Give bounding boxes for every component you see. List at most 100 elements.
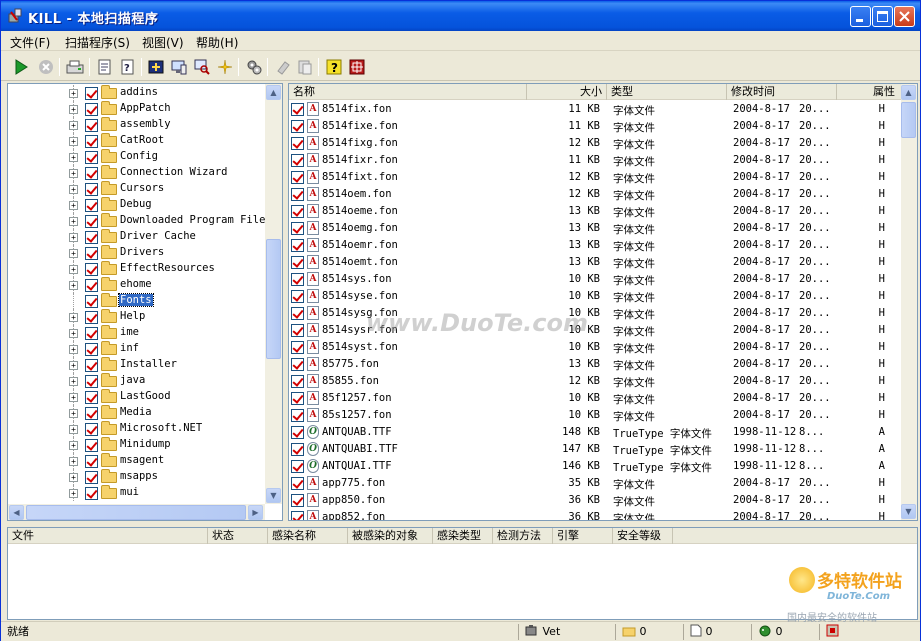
tree-item[interactable]: + Drivers [8,245,266,261]
tree-item[interactable]: + ehome [8,277,266,293]
expand-toggle-icon[interactable]: + [69,313,78,322]
file-row[interactable]: A 85s1257.fon 10 KB 字体文件 2004-8-17 20... H [289,407,902,424]
close-button[interactable] [894,6,915,27]
file-row[interactable]: A 8514fixr.fon 11 KB 字体文件 2004-8-17 20... H [289,152,902,169]
stop-scan-button[interactable] [36,57,56,77]
menu-help[interactable]: 帮助(H) [196,34,238,51]
tree-item[interactable]: + Connection Wizard [8,165,266,181]
results-column-file[interactable]: 文件 [8,528,208,544]
tree-item[interactable]: + Microsoft.NET [8,421,266,437]
file-row[interactable]: O ANTQUAB.TTF 148 KB TrueType 字体文件 1998-11-1… [289,424,902,441]
expand-toggle-icon[interactable]: + [69,233,78,242]
menu-scan[interactable]: 扫描程序(S) [65,34,130,51]
scroll-thumb[interactable] [901,102,916,138]
tree-item[interactable]: + Installer [8,357,266,373]
file-row-checkbox[interactable] [291,171,304,184]
expand-toggle-icon[interactable]: + [69,217,78,226]
expand-toggle-icon[interactable]: + [69,393,78,402]
tree-item[interactable]: + Debug [8,197,266,213]
monitor-button[interactable] [169,57,189,77]
tree-item-checkbox[interactable] [85,407,98,420]
tree-item[interactable]: + msagent [8,453,266,469]
tree-item-checkbox[interactable] [85,119,98,132]
results-column-infection-name[interactable]: 感染名称 [268,528,348,544]
file-row-checkbox[interactable] [291,188,304,201]
tree-item[interactable]: + Downloaded Program Files [8,213,272,229]
expand-toggle-icon[interactable]: + [69,169,78,178]
scan-results-panel[interactable]: 文件 状态 感染名称 被感染的对象 感染类型 检测方法 引擎 安全等级 [7,527,918,620]
file-list[interactable]: 名称 大小 类型 修改时间 属性 A 8514fix.fon 11 KB 字体文件 20… [288,83,918,521]
file-row-checkbox[interactable] [291,494,304,507]
tree-item-checkbox[interactable] [85,87,98,100]
file-row[interactable]: A 8514fixt.fon 12 KB 字体文件 2004-8-17 20... H [289,169,902,186]
tree-item[interactable]: + LastGood [8,389,266,405]
tree-horizontal-scrollbar[interactable]: ◀ ▶ [8,504,265,520]
maximize-button[interactable] [872,6,893,27]
results-column-infection-type[interactable]: 感染类型 [433,528,493,544]
tree-item-checkbox[interactable] [85,215,98,228]
file-row-checkbox[interactable] [291,290,304,303]
file-row-checkbox[interactable] [291,205,304,218]
scroll-up-button[interactable]: ▲ [901,85,916,100]
tree-item[interactable]: + msapps [8,469,266,485]
file-row[interactable]: A 8514oemt.fon 13 KB 字体文件 2004-8-17 20... H [289,254,902,271]
expand-toggle-icon[interactable]: + [69,489,78,498]
column-type[interactable]: 类型 [607,84,727,100]
column-attributes[interactable]: 属性 [837,84,902,100]
file-row[interactable]: A 8514oemg.fon 13 KB 字体文件 2004-8-17 20... H [289,220,902,237]
file-row[interactable]: A 8514sys.fon 10 KB 字体文件 2004-8-17 20... H [289,271,902,288]
tree-item[interactable]: + Media [8,405,266,421]
file-row[interactable]: O ANTQUABI.TTF 147 KB TrueType 字体文件 1998-11-… [289,441,902,458]
file-row-checkbox[interactable] [291,307,304,320]
help-doc-button[interactable]: ? [118,57,138,77]
tree-item-checkbox[interactable] [85,135,98,148]
tree-item[interactable]: + mui [8,485,266,501]
expand-toggle-icon[interactable]: + [69,281,78,290]
folder-tree[interactable]: + addins + AppPatch + assembly + CatRoot + Config… [7,83,283,521]
tree-item-checkbox[interactable] [85,439,98,452]
update-button[interactable] [215,57,235,77]
minimize-button[interactable] [850,6,871,27]
file-row[interactable]: A 85775.fon 13 KB 字体文件 2004-8-17 20... H [289,356,902,373]
results-column-engine[interactable]: 引擎 [553,528,613,544]
results-column-security-level[interactable]: 安全等级 [613,528,673,544]
tree-item-checkbox[interactable] [85,231,98,244]
tree-item-checkbox[interactable] [85,263,98,276]
tree-item[interactable]: + inf [8,341,266,357]
tree-item[interactable]: + java [8,373,266,389]
expand-toggle-icon[interactable]: + [69,265,78,274]
file-row-checkbox[interactable] [291,358,304,371]
tree-item-checkbox[interactable] [85,151,98,164]
tree-item-checkbox[interactable] [85,311,98,324]
file-row-checkbox[interactable] [291,222,304,235]
file-row-checkbox[interactable] [291,103,304,116]
file-row[interactable]: A 8514fixe.fon 11 KB 字体文件 2004-8-17 20... H [289,118,902,135]
file-row[interactable]: A 8514sysr.fon 10 KB 字体文件 2004-8-17 20... H [289,322,902,339]
file-row-checkbox[interactable] [291,273,304,286]
tree-item[interactable]: + Driver Cache [8,229,266,245]
results-column-infected-object[interactable]: 被感染的对象 [348,528,433,544]
menu-view[interactable]: 视图(V) [142,34,184,51]
file-row[interactable]: A 8514oem.fon 12 KB 字体文件 2004-8-17 20... H [289,186,902,203]
start-scan-button[interactable] [11,57,31,77]
file-row-checkbox[interactable] [291,239,304,252]
column-size[interactable]: 大小 [527,84,607,100]
tree-item-checkbox[interactable] [85,455,98,468]
tree-item[interactable]: + CatRoot [8,133,266,149]
tree-item[interactable]: + Config [8,149,266,165]
scroll-down-button[interactable]: ▼ [266,488,281,503]
menu-file[interactable]: 文件(F) [10,34,50,51]
file-row[interactable]: A 8514sysg.fon 10 KB 字体文件 2004-8-17 20... H [289,305,902,322]
tree-item-checkbox[interactable] [85,295,98,308]
tree-item-checkbox[interactable] [85,183,98,196]
file-row[interactable]: A 8514fix.fon 11 KB 字体文件 2004-8-17 20... H [289,101,902,118]
expand-toggle-icon[interactable]: + [69,457,78,466]
tree-item-checkbox[interactable] [85,199,98,212]
tree-item-checkbox[interactable] [85,487,98,500]
file-row[interactable]: A 8514fixg.fon 12 KB 字体文件 2004-8-17 20... H [289,135,902,152]
exit-button[interactable] [347,57,367,77]
title-bar[interactable]: KILL - 本地扫描程序 [1,1,920,31]
expand-toggle-icon[interactable]: + [69,185,78,194]
expand-toggle-icon[interactable]: + [69,425,78,434]
file-row-checkbox[interactable] [291,256,304,269]
